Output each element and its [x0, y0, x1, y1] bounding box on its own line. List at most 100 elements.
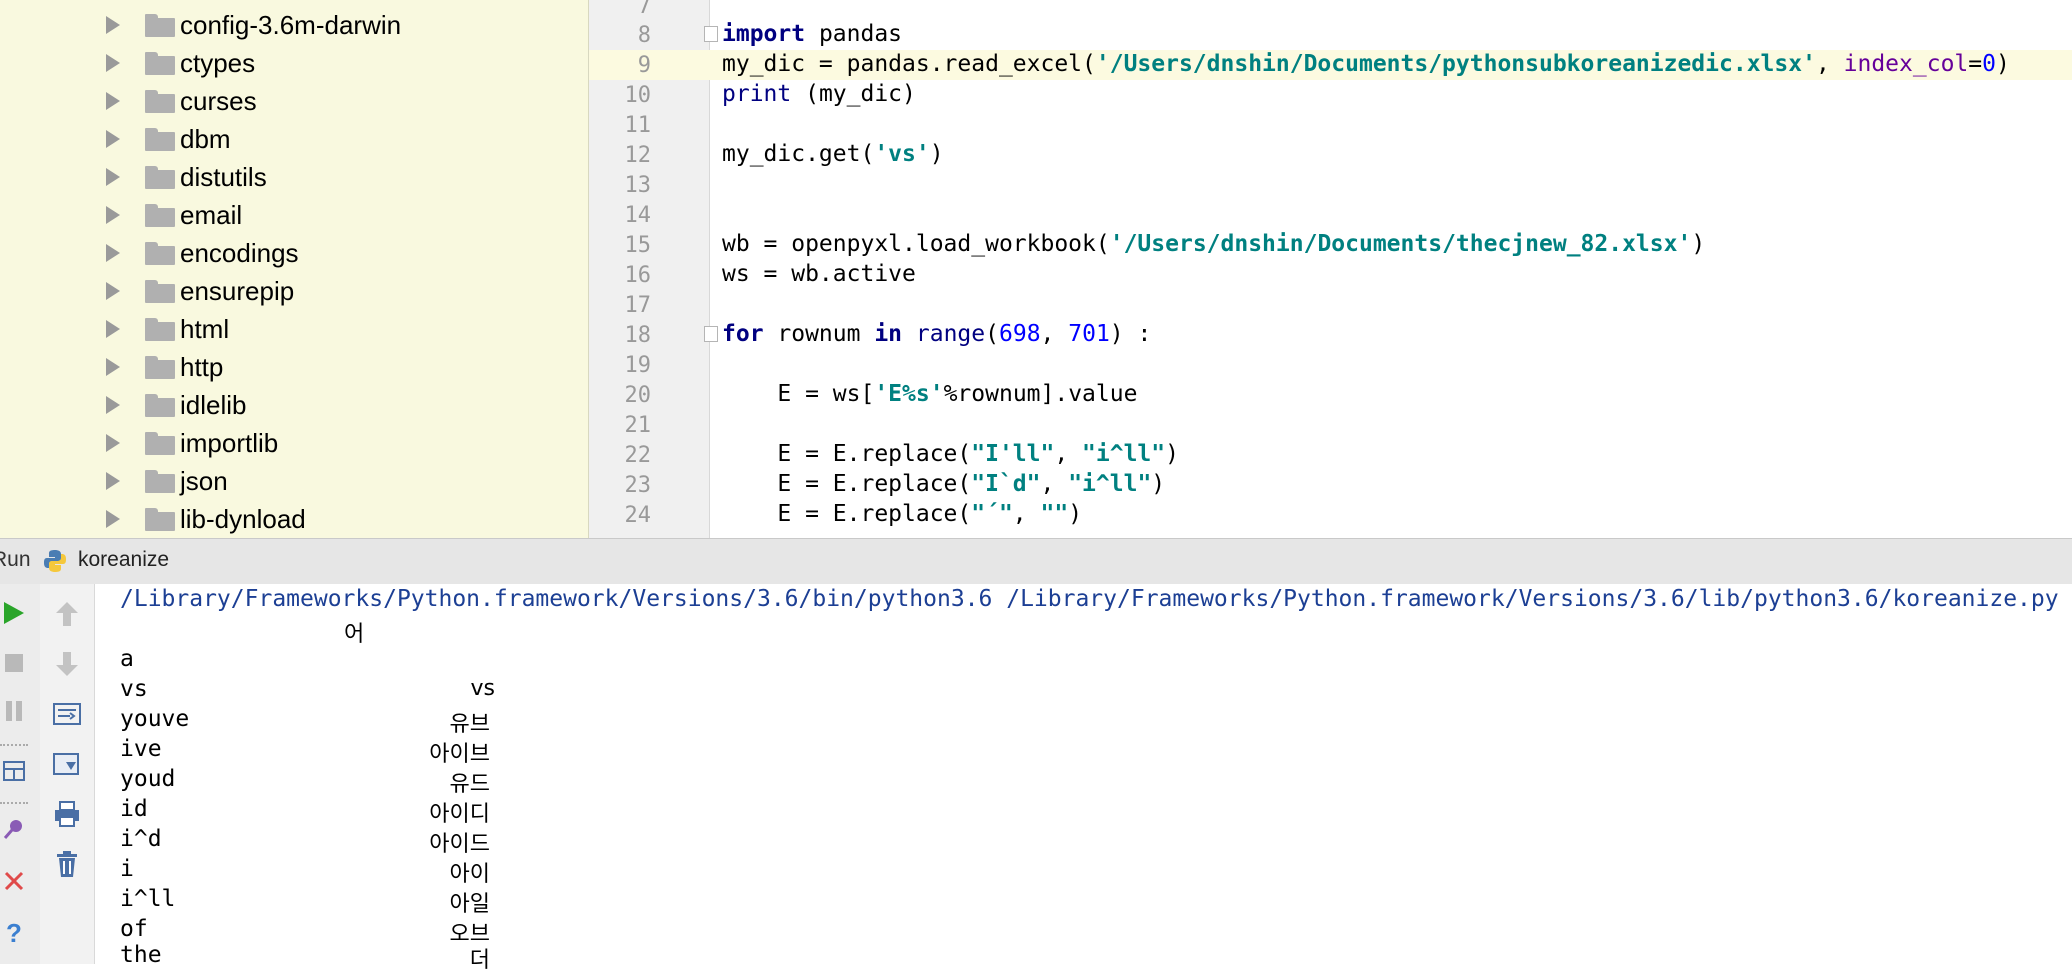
tree-item[interactable]: ctypes	[0, 44, 588, 82]
console-row-value: 아이드	[429, 832, 490, 857]
scroll-down-button[interactable]	[40, 646, 94, 682]
folder-icon	[145, 128, 175, 151]
console-output[interactable]: /Library/Frameworks/Python.framework/Ver…	[120, 584, 2072, 973]
run-panel: ? /Library/Frameworks/Python.framework/V…	[0, 584, 2072, 973]
tree-item[interactable]: encodings	[0, 234, 588, 272]
fold-marker-icon[interactable]	[704, 326, 718, 342]
scroll-to-end-button[interactable]	[40, 746, 94, 782]
tree-item-label: html	[180, 313, 230, 344]
fold-marker-icon[interactable]	[704, 26, 718, 42]
close-button[interactable]	[0, 864, 28, 898]
folder-icon	[145, 166, 175, 189]
line-number: 24	[624, 503, 652, 528]
expand-arrow-icon[interactable]	[106, 396, 120, 414]
run-config-name[interactable]: koreanize	[78, 548, 169, 572]
folder-icon	[145, 432, 175, 455]
folder-icon	[145, 356, 175, 379]
tree-item[interactable]: ensurepip	[0, 272, 588, 310]
expand-arrow-icon[interactable]	[106, 130, 120, 148]
code-line-16: ws = wb.active	[722, 261, 916, 287]
tree-item-label: json	[180, 465, 228, 496]
console-row-value: 아이	[449, 862, 490, 887]
tree-item-label: config-3.6m-darwin	[180, 9, 402, 40]
rerun-button[interactable]	[0, 596, 28, 630]
code-line-8: import pandas	[722, 21, 903, 47]
soft-wrap-button[interactable]	[40, 696, 94, 732]
pin-button[interactable]	[0, 812, 28, 846]
tree-item[interactable]: email	[0, 196, 588, 234]
code-line-24: E = E.replace("´", "")	[722, 501, 1083, 527]
tree-item[interactable]: idlelib	[0, 386, 588, 424]
tree-item-label: ensurepip	[180, 275, 295, 306]
line-number: 21	[624, 413, 652, 438]
stop-button[interactable]	[0, 646, 28, 680]
tree-item-label: distutils	[180, 161, 267, 192]
expand-arrow-icon[interactable]	[106, 358, 120, 376]
folder-icon	[145, 242, 175, 265]
expand-arrow-icon[interactable]	[106, 168, 120, 186]
code-line-22: E = E.replace("I'll", "i^ll")	[722, 441, 1179, 467]
tree-item-label: idlelib	[180, 389, 247, 420]
console-row-value: 아일	[449, 892, 490, 917]
line-number: 11	[624, 113, 652, 138]
console-row-key: a	[120, 646, 134, 672]
expand-arrow-icon[interactable]	[106, 92, 120, 110]
folder-icon	[145, 204, 175, 227]
code-line-15: wb = openpyxl.load_workbook('/Users/dnsh…	[722, 231, 1706, 257]
expand-arrow-icon[interactable]	[106, 320, 120, 338]
console-row-key: vs	[120, 676, 148, 702]
tree-item[interactable]: curses	[0, 82, 588, 120]
code-editor[interactable]: 7 8 9 10 11 12 13 14 15 16 17 18 19 20 2…	[589, 0, 2072, 538]
console-row-key: youve	[120, 706, 190, 732]
tree-item[interactable]: distutils	[0, 158, 588, 196]
tree-item[interactable]: config-3.6m-darwin	[0, 6, 588, 44]
pause-icon	[6, 701, 22, 721]
layout-icon	[3, 761, 25, 781]
clear-all-button[interactable]	[40, 846, 94, 882]
expand-arrow-icon[interactable]	[106, 472, 120, 490]
tree-item[interactable]: dbm	[0, 120, 588, 158]
tree-item[interactable]: json	[0, 462, 588, 500]
code-line-18: for rownum in range(698, 701) :	[722, 321, 1152, 347]
expand-arrow-icon[interactable]	[106, 434, 120, 452]
tree-item[interactable]: lib-dynload	[0, 500, 588, 538]
folder-icon	[145, 14, 175, 37]
console-row-key: youd	[120, 766, 176, 792]
tree-item[interactable]: importlib	[0, 424, 588, 462]
expand-arrow-icon[interactable]	[106, 54, 120, 72]
code-line-23: E = E.replace("I`d", "i^ll")	[722, 471, 1166, 497]
tree-item[interactable]: html	[0, 310, 588, 348]
console-row-key: ive	[120, 736, 162, 762]
close-icon	[4, 871, 24, 891]
pause-button[interactable]	[0, 694, 28, 728]
expand-arrow-icon[interactable]	[106, 16, 120, 34]
line-number: 23	[624, 473, 652, 498]
soft-wrap-icon	[53, 703, 81, 725]
code-line-12: my_dic.get('vs')	[722, 141, 944, 167]
help-icon: ?	[6, 920, 22, 946]
print-button[interactable]	[40, 796, 94, 832]
line-number: 22	[624, 443, 652, 468]
scroll-up-button[interactable]	[40, 596, 94, 632]
restore-layout-button[interactable]	[0, 754, 28, 788]
expand-arrow-icon[interactable]	[106, 206, 120, 224]
run-tab-label[interactable]: Run	[0, 548, 31, 572]
expand-arrow-icon[interactable]	[106, 282, 120, 300]
run-toolwindow-header: Run koreanize	[0, 538, 2072, 585]
line-number: 7	[637, 0, 651, 19]
tree-item-label: curses	[180, 85, 257, 116]
console-row-value: 아이디	[429, 802, 490, 827]
tree-item[interactable]: http	[0, 348, 588, 386]
arrow-up-icon	[56, 602, 78, 626]
console-header-value: 어	[344, 622, 365, 647]
console-row-key: the	[120, 942, 162, 968]
tree-item-label: dbm	[180, 123, 231, 154]
pin-icon	[3, 820, 22, 839]
top-area: config-3.6m-darwin ctypes curses dbm dis…	[0, 0, 2072, 538]
tree-item-label: http	[180, 351, 224, 382]
console-row-value: 아이브	[429, 742, 490, 767]
help-button[interactable]: ?	[0, 916, 28, 950]
line-number: 16	[624, 263, 652, 288]
expand-arrow-icon[interactable]	[106, 510, 120, 528]
expand-arrow-icon[interactable]	[106, 244, 120, 262]
